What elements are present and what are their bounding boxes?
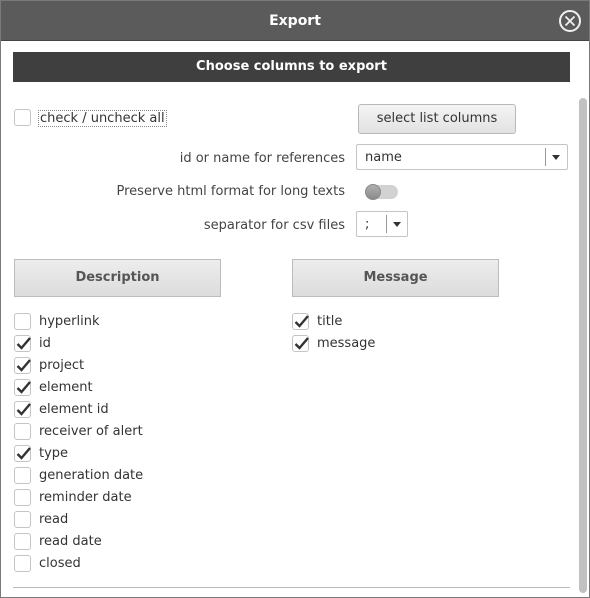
ref-select[interactable]: name bbox=[356, 144, 568, 170]
list-item: read date bbox=[39, 534, 102, 549]
chevron-down-icon bbox=[393, 222, 401, 227]
checkmark-icon bbox=[16, 403, 31, 416]
chevron-down-icon bbox=[552, 155, 560, 160]
ref-select-value: name bbox=[365, 150, 402, 165]
checkmark-icon bbox=[16, 359, 31, 372]
checkmark-icon bbox=[294, 315, 309, 328]
separator-label: separator for csv files bbox=[203, 218, 345, 233]
list-item: closed bbox=[39, 556, 81, 571]
list-item: type bbox=[39, 446, 69, 461]
section-header: Choose columns to export bbox=[13, 52, 570, 82]
description-group-button[interactable]: Description bbox=[14, 259, 221, 297]
ref-label: id or name for references bbox=[179, 151, 345, 166]
read-date-checkbox[interactable] bbox=[14, 533, 31, 550]
dialog-title: Export bbox=[269, 13, 321, 29]
generation-date-checkbox[interactable] bbox=[14, 467, 31, 484]
reminder-date-checkbox[interactable] bbox=[14, 489, 31, 506]
scrollbar-thumb[interactable] bbox=[579, 98, 587, 593]
toggle-knob bbox=[365, 184, 381, 200]
divider bbox=[13, 587, 570, 588]
checkmark-icon bbox=[294, 337, 309, 350]
checkmark-icon bbox=[16, 447, 31, 460]
list-item: hyperlink bbox=[39, 314, 100, 329]
read-checkbox[interactable] bbox=[14, 511, 31, 528]
preserve-label: Preserve html format for long texts bbox=[116, 184, 345, 199]
close-icon bbox=[564, 15, 576, 27]
list-item: reminder date bbox=[39, 490, 132, 505]
separator-select-value: ; bbox=[365, 217, 370, 232]
select-list-columns-button[interactable]: select list columns bbox=[358, 104, 516, 134]
closed-checkbox[interactable] bbox=[14, 555, 31, 572]
dialog-titlebar: Export bbox=[1, 1, 589, 41]
select-divider bbox=[545, 148, 546, 166]
export-dialog: Export Choose columns to export check / … bbox=[0, 0, 590, 598]
list-item: id bbox=[39, 336, 51, 351]
list-item: read bbox=[39, 512, 69, 527]
type-checkbox[interactable] bbox=[14, 445, 31, 462]
list-item: generation date bbox=[39, 468, 144, 483]
vertical-scrollbar[interactable] bbox=[579, 43, 587, 593]
title-checkbox[interactable] bbox=[292, 313, 309, 330]
list-item: receiver of alert bbox=[39, 424, 143, 439]
id-checkbox[interactable] bbox=[14, 335, 31, 352]
check-all-label[interactable]: check / uncheck all bbox=[38, 110, 167, 127]
hyperlink-checkbox[interactable] bbox=[14, 313, 31, 330]
select-divider bbox=[386, 215, 387, 233]
receiver-of-alert-checkbox[interactable] bbox=[14, 423, 31, 440]
checkmark-icon bbox=[16, 337, 31, 350]
separator-select[interactable]: ; bbox=[356, 211, 408, 237]
list-item: element bbox=[39, 380, 93, 395]
message-checkbox[interactable] bbox=[292, 335, 309, 352]
element-id-checkbox[interactable] bbox=[14, 401, 31, 418]
project-checkbox[interactable] bbox=[14, 357, 31, 374]
message-group-button[interactable]: Message bbox=[292, 259, 499, 297]
list-item: title bbox=[317, 314, 343, 329]
list-item: message bbox=[317, 336, 376, 351]
close-button[interactable] bbox=[559, 10, 581, 32]
list-item: element id bbox=[39, 402, 109, 417]
checkmark-icon bbox=[16, 381, 31, 394]
element-checkbox[interactable] bbox=[14, 379, 31, 396]
list-item: project bbox=[39, 358, 85, 373]
check-all-checkbox[interactable] bbox=[14, 109, 31, 126]
preserve-toggle[interactable] bbox=[365, 184, 398, 200]
